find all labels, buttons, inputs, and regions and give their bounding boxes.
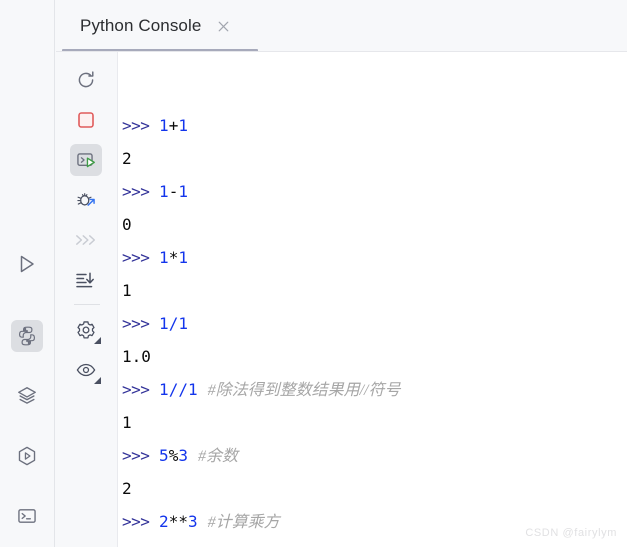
console-token: + xyxy=(168,116,179,135)
console-output-area[interactable]: >>> 1+1 2 >>> 1-1 0 >>> 1*1 1 >>> 1/1 1.0 >>> 1/… xyxy=(118,52,627,547)
sidebar-item-terminal[interactable] xyxy=(11,500,43,532)
tab-python-console[interactable]: Python Console xyxy=(62,0,264,52)
console-prompt: >>> xyxy=(122,314,150,333)
settings-button[interactable] xyxy=(70,314,102,346)
console-token: 1 xyxy=(159,248,169,267)
console-token: 2 xyxy=(122,479,132,498)
console-prompt: >>> xyxy=(122,182,150,201)
console-prompt: >>> xyxy=(122,380,150,399)
dropdown-corner-icon xyxy=(94,377,101,384)
python-logo-icon xyxy=(16,325,38,347)
console-token: ** xyxy=(168,512,188,531)
rerun-circular-arrow-icon xyxy=(75,69,97,91)
console-input-line: >>> 1+1 xyxy=(122,109,188,142)
console-prompt: >>> xyxy=(122,512,150,531)
console-token: 1 xyxy=(178,182,188,201)
console-output-line: 1.0 xyxy=(122,340,151,373)
console-token: 3 xyxy=(178,446,188,465)
console-token: 2 xyxy=(122,149,132,168)
console-output-line: 1 xyxy=(122,406,132,439)
stop-square-icon xyxy=(76,110,96,130)
console-input-line: >>> 1-1 xyxy=(122,175,188,208)
console-toolbar xyxy=(56,52,118,547)
console-input-line: >>> 1/1 xyxy=(122,307,188,340)
console-token: // xyxy=(168,380,188,399)
toolbar-separator xyxy=(74,304,100,305)
console-token: 1 xyxy=(159,182,169,201)
console-output-line: 2 xyxy=(122,472,132,505)
console-token: % xyxy=(168,446,179,465)
triple-chevron-icon xyxy=(74,231,98,249)
layers-icon xyxy=(16,385,38,407)
console-token: 0 xyxy=(122,215,132,234)
console-comment: #除法得到整数结果用//符号 xyxy=(207,382,401,399)
console-token: / xyxy=(168,314,179,333)
console-token: 1 xyxy=(159,116,169,135)
console-token: 1 xyxy=(122,413,132,432)
console-input-line: >>> 2**3 #计算乘方 xyxy=(122,505,280,538)
rerun-console-button[interactable] xyxy=(70,64,102,96)
scroll-to-end-icon xyxy=(74,269,98,291)
console-token: 3 xyxy=(187,512,198,531)
hexagon-play-icon xyxy=(16,445,38,467)
console-token: 1 xyxy=(178,116,188,135)
watermark: CSDN @fairylym xyxy=(525,527,617,539)
console-prompt: >>> xyxy=(122,248,150,267)
console-output-line: 2 xyxy=(122,142,132,175)
tab-label: Python Console xyxy=(80,16,202,35)
execute-in-console-button[interactable] xyxy=(70,144,102,176)
console-token: 1 xyxy=(159,380,169,399)
console-token: 1.0 xyxy=(122,347,151,366)
pycharm-python-console-window: Python Console >>> 1+1 2 >>> 1-1 0 >>> 1… xyxy=(0,0,627,547)
console-token: 1 xyxy=(159,314,169,333)
play-triangle-icon xyxy=(16,253,38,275)
console-output-line: 8 xyxy=(122,538,132,547)
activity-bar xyxy=(0,0,55,547)
dropdown-corner-icon xyxy=(94,337,101,344)
sidebar-item-run[interactable] xyxy=(11,248,43,280)
console-token: 1 xyxy=(178,314,188,333)
execute-console-play-icon xyxy=(75,149,97,171)
sidebar-item-python-console[interactable] xyxy=(11,320,43,352)
console-token: 1 xyxy=(187,380,198,399)
console-token: * xyxy=(168,248,179,267)
bug-attach-icon xyxy=(75,189,97,211)
console-comment: #计算乘方 xyxy=(207,514,280,531)
console-output-line: 0 xyxy=(122,208,132,241)
console-input-line: >>> 1*1 xyxy=(122,241,188,274)
terminal-icon xyxy=(16,505,38,527)
console-token: 1 xyxy=(122,281,132,300)
console-token: - xyxy=(168,182,179,201)
console-input-line: >>> 1//1 #除法得到整数结果用//符号 xyxy=(122,373,401,406)
console-output-line: 1 xyxy=(122,274,132,307)
console-input-line: >>> 5%3 #余数 xyxy=(122,439,238,472)
chevrons-button[interactable] xyxy=(70,224,102,256)
console-token: 5 xyxy=(159,446,169,465)
scroll-to-end-button[interactable] xyxy=(70,264,102,296)
console-prompt: >>> xyxy=(122,446,150,465)
attach-debugger-button[interactable] xyxy=(70,184,102,216)
tab-strip: Python Console xyxy=(56,0,627,52)
console-prompt: >>> xyxy=(122,116,150,135)
view-options-button[interactable] xyxy=(70,354,102,386)
console-token: 1 xyxy=(178,248,188,267)
stop-console-button[interactable] xyxy=(70,104,102,136)
console-comment: #余数 xyxy=(197,448,238,465)
sidebar-item-services[interactable] xyxy=(11,380,43,412)
sidebar-item-run-anything[interactable] xyxy=(11,440,43,472)
console-token: 2 xyxy=(159,512,169,531)
close-icon[interactable] xyxy=(215,18,231,34)
